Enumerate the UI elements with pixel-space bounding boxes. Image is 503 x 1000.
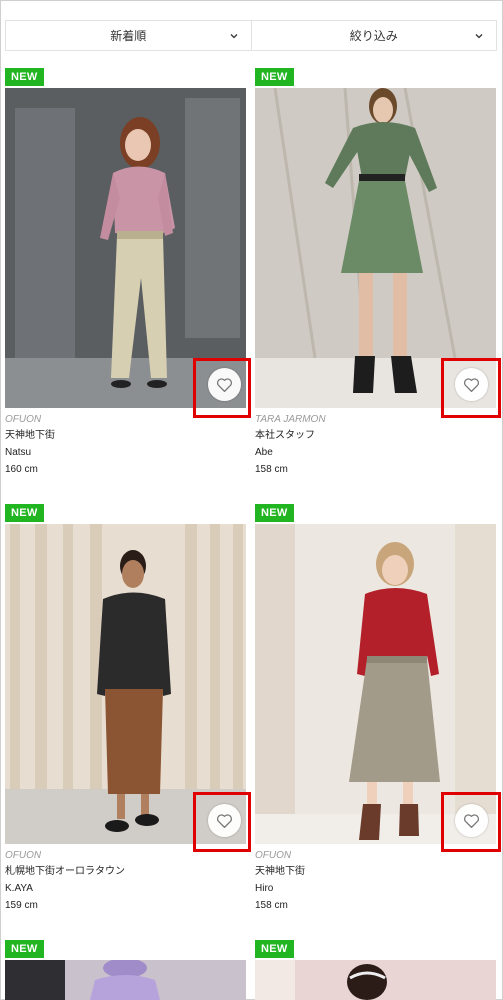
staff-height: 160 cm (5, 464, 38, 475)
sort-label: 新着順 (110, 29, 147, 43)
coordinate-photo[interactable] (255, 88, 496, 408)
coordinate-photo[interactable] (255, 524, 496, 844)
new-badge: NEW (255, 504, 294, 522)
card-meta: OFUON 天神地下街 Natsu 160 cm (5, 412, 246, 478)
coordinate-photo[interactable] (5, 88, 246, 408)
shop-name: 札幌地下街オーロラタウン (5, 866, 125, 877)
chevron-down-icon (230, 34, 237, 39)
coordinate-photo[interactable] (255, 960, 496, 1000)
new-badge: NEW (5, 504, 44, 522)
coordinate-photo[interactable] (5, 524, 246, 844)
favorite-button[interactable] (208, 804, 241, 837)
staff-height: 158 cm (255, 900, 288, 911)
filter-label: 絞り込み (349, 29, 398, 43)
coordinate-photo[interactable] (5, 960, 246, 1000)
brand-name: TARA JARMON (255, 414, 326, 425)
new-badge: NEW (255, 940, 294, 958)
staff-height: 159 cm (5, 900, 38, 911)
heart-outline-icon (216, 377, 233, 392)
coordinate-card[interactable]: NEW (255, 940, 496, 1000)
coordinate-card[interactable]: NEW (5, 940, 246, 1000)
card-meta: OFUON 天神地下街 Hiro 158 cm (255, 848, 496, 914)
brand-name: OFUON (5, 414, 42, 425)
new-badge: NEW (5, 68, 44, 86)
shop-name: 天神地下街 (255, 866, 305, 877)
coordinate-card[interactable]: NEW OFUON 天神地下街 Natsu 160 cm (5, 68, 246, 488)
filter-dropdown[interactable]: 絞り込み (250, 21, 497, 50)
shop-name: 本社スタッフ (255, 430, 315, 441)
card-meta: OFUON 札幌地下街オーロラタウン K.AYA 159 cm (5, 848, 246, 914)
coordinate-card[interactable]: NEW OFUON 札幌地下街オーロラタウン K.AYA 159 cm (5, 504, 246, 924)
staff-height: 158 cm (255, 464, 288, 475)
coordinate-card[interactable]: NEW OFUON 天神地下街 Hiro 158 cm (255, 504, 496, 924)
chevron-down-icon (475, 34, 483, 39)
staff-name: Hiro (255, 883, 274, 894)
heart-outline-icon (463, 813, 480, 828)
brand-name: OFUON (255, 850, 292, 861)
staff-name: Abe (255, 447, 273, 458)
filter-bar: 新着順 絞り込み (5, 20, 497, 51)
coordinate-card[interactable]: NEW TARA JARMON 本社スタッフ Abe 158 cm (255, 68, 496, 488)
staff-name: Natsu (5, 447, 32, 458)
brand-name: OFUON (5, 850, 42, 861)
shop-name: 天神地下街 (5, 430, 55, 441)
new-badge: NEW (5, 940, 44, 958)
favorite-button[interactable] (455, 804, 488, 837)
heart-outline-icon (463, 377, 480, 392)
heart-outline-icon (216, 813, 233, 828)
new-badge: NEW (255, 68, 294, 86)
favorite-button[interactable] (208, 368, 241, 401)
staff-name: K.AYA (5, 883, 33, 894)
sort-dropdown[interactable]: 新着順 (6, 21, 251, 50)
card-meta: TARA JARMON 本社スタッフ Abe 158 cm (255, 412, 496, 478)
favorite-button[interactable] (455, 368, 488, 401)
